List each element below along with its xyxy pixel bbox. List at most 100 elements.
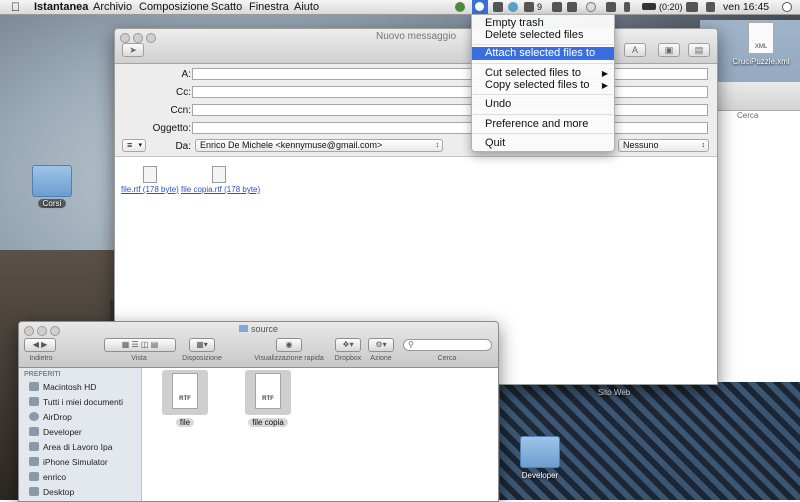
back-forward-buttons[interactable]: ◀ ▶ [24,338,56,352]
sidebar-item-iphone-simulator[interactable]: iPhone Simulator [29,455,108,469]
menu-item-preferences[interactable]: Preference and more [472,118,614,131]
file-name-text: file copia [248,418,288,427]
battery-icon[interactable] [642,3,656,10]
finder-window: source ◀ ▶ Indietro ▦ ☰ ◫ ▤ Vista ▦▾ Dis… [18,321,499,502]
tray-grid-icon[interactable] [567,2,577,12]
from-select[interactable]: Enrico De Michele <kennymuse@gmail.com> ↕ [195,139,443,152]
send-button[interactable]: ➤ [122,43,144,57]
view-mode-buttons[interactable]: ▦ ☰ ◫ ▤ [104,338,176,352]
menu-item-delete-selected[interactable]: Delete selected files [472,29,614,42]
action-button[interactable]: ⚙▾ [368,338,394,352]
subject-field[interactable] [192,122,708,134]
menu-item-attach-to-mail[interactable]: Attach selected files to Mail [472,47,614,72]
sidebar-item-area-lavoro[interactable]: Area di Lavoro Ipa [29,440,112,454]
tray-tool-icon[interactable] [524,2,534,12]
mail-header-fields: A: Cc: Ccn: Oggetto: ≡ ▾ Da: Enrico De Mi… [115,64,717,157]
desktop-icon-corsi[interactable]: Corsi [28,165,76,208]
menu-composizione[interactable]: Composizione [139,0,209,14]
back-label: Indietro [29,355,53,362]
tray-display-icon[interactable] [606,2,616,12]
menu-archivio[interactable]: Archivio [93,0,132,14]
folder-icon [238,325,248,332]
view-label: Vista [131,355,147,362]
stationery-button[interactable]: ▤ [688,43,710,57]
finder-search-input[interactable]: ⚲ [403,339,492,351]
menu-finestra[interactable]: Finestra [249,0,289,14]
attachment-file-icon[interactable] [143,166,157,183]
tray-count[interactable]: 9 [537,0,542,14]
quicklook-label: Visualizzazione rapida [254,355,324,362]
sidebar-item-airdrop[interactable]: AirDrop [29,410,72,424]
format-button[interactable]: A [624,43,646,57]
file-name[interactable]: file copia [237,418,299,427]
tray-globe-icon[interactable] [455,2,465,12]
action-label: Azione [370,355,392,362]
file-item-file-copia[interactable]: RTF [245,370,291,415]
xml-badge: XML [754,44,768,50]
signature-select[interactable]: Nessuno ↕ [618,139,709,152]
airdrop-icon [29,412,39,421]
sidebar-item-label: enrico [43,472,67,482]
sidebar-item-all-documents[interactable]: Tutti i miei documenti [29,395,123,409]
dropbox-button[interactable]: ❖▾ [335,338,361,352]
battery-time[interactable]: (0:20) [659,0,683,14]
folder-icon [32,165,72,197]
sidebar-item-developer[interactable]: Developer [29,425,82,439]
attachment-file-icon[interactable] [212,166,226,183]
file-item-file[interactable]: RTF [162,370,208,415]
tray-dropbox-icon[interactable] [493,2,503,12]
attachment-link[interactable]: file copia.rtf (178 byte) [181,185,260,194]
sidebar-item-desktop[interactable]: Desktop [29,485,74,499]
search-icon: ⚲ [408,340,414,349]
file-badge: RTF [262,396,274,402]
photo-browser-button[interactable]: ▣ [658,43,680,57]
desktop-icon-developer[interactable]: Developer [512,436,568,480]
menu-item-quit[interactable]: Quit [472,137,614,150]
to-field[interactable] [192,68,708,80]
desktop-icon-crucipuzzle[interactable]: XML CruciPuzzle.xml [727,22,795,66]
to-label: A: [181,69,191,80]
documents-icon [29,397,39,406]
app-menu[interactable]: Istantanea [34,0,88,14]
attachment-link[interactable]: file.rtf (178 byte) [121,185,179,194]
volume-icon[interactable] [706,2,715,12]
tray-calendar-icon[interactable] [552,2,562,12]
finder-sidebar: PREFERITI Macintosh HD Tutti i miei docu… [19,368,142,501]
sidebar-item-macintosh-hd[interactable]: Macintosh HD [29,380,96,394]
rtf-document-icon: RTF [255,373,281,409]
desktop-icon-sito-web[interactable]: Sito Web [588,388,640,397]
desktop-icon-label: Developer [521,471,559,480]
subject-label: Oggetto: [152,123,191,134]
menu-scatto[interactable]: Scatto [211,0,242,14]
spotlight-icon[interactable] [782,2,792,12]
background-search-label: Cerca [737,111,759,120]
tray-chat-icon[interactable] [586,2,596,12]
menu-item-copy-to[interactable]: Copy selected files to ▶ [472,79,614,92]
wifi-icon[interactable] [686,2,698,12]
search-label: Cerca [437,355,457,362]
cc-field[interactable] [192,86,708,98]
file-badge: RTF [179,396,191,402]
arrange-button[interactable]: ▦▾ [189,338,215,352]
folder-icon [29,457,39,466]
menu-aiuto[interactable]: Aiuto [294,0,319,14]
file-name-text: file [175,418,195,427]
tray-sync-icon[interactable] [508,2,518,12]
file-name[interactable]: file [162,418,208,427]
bcc-label: Ccn: [170,105,191,116]
tray-app-icon[interactable] [475,2,484,11]
menu-item-label: Cut selected files to [485,67,581,79]
bcc-field[interactable] [192,104,708,116]
desktop-icon-label: Corsi [37,199,67,208]
sidebar-item-enrico[interactable]: enrico [29,470,66,484]
arrange-label: Disposizione [182,355,222,362]
sidebar-item-label: Area di Lavoro Ipa [43,442,113,452]
clock[interactable]: ven 16:45 [723,0,769,14]
folder-icon [29,427,39,436]
bluetooth-icon[interactable] [624,2,630,12]
menu-item-undo[interactable]: Undo [472,98,614,111]
menu-separator [473,44,613,45]
apple-menu-icon[interactable]:  [11,0,20,14]
desktop-icon [29,487,39,496]
quicklook-button[interactable]: ◉ [276,338,302,352]
